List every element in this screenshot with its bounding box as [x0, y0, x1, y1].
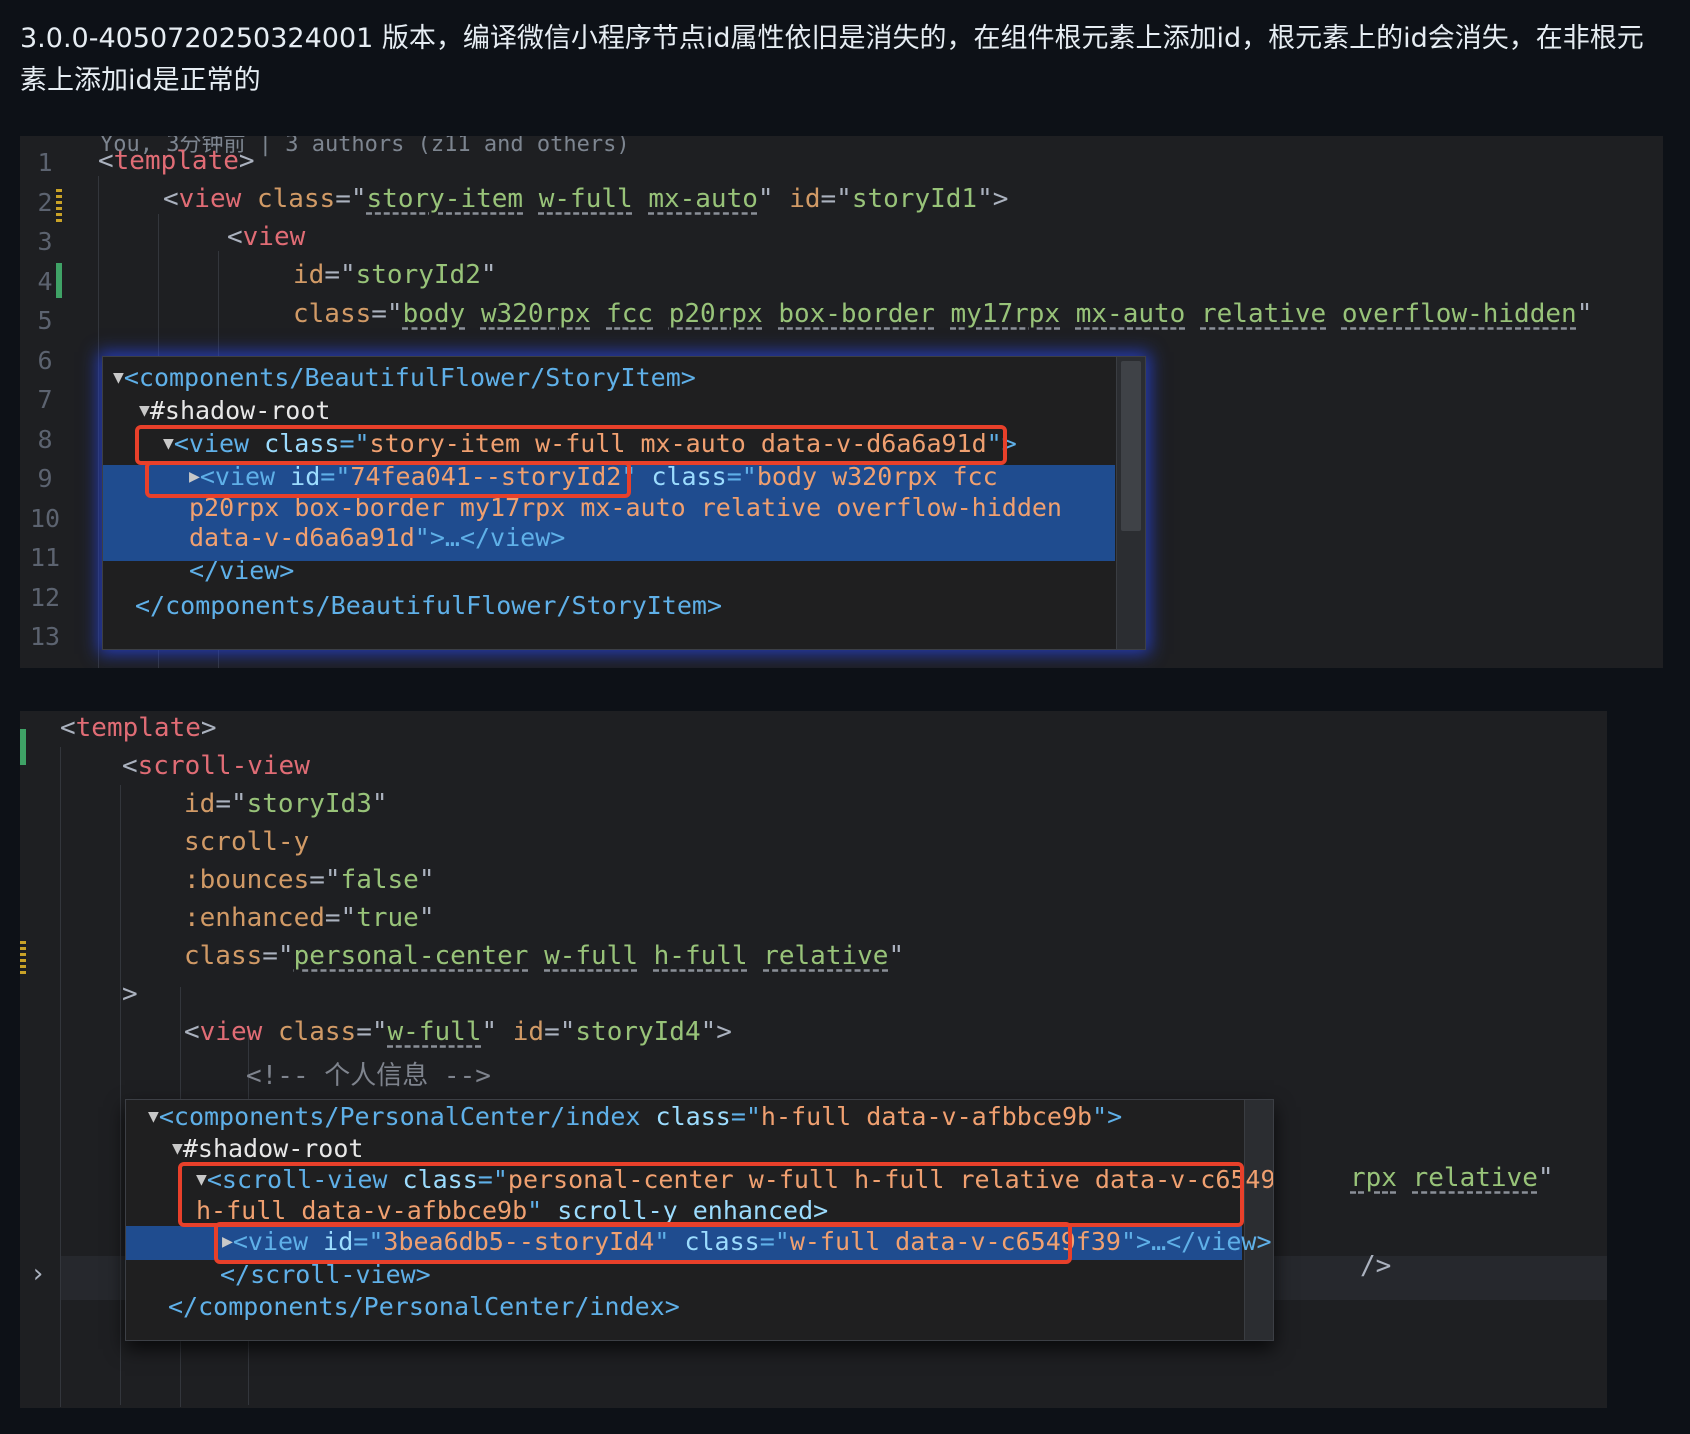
highlight-box-id-attr — [145, 461, 631, 498]
code-line-3[interactable]: <view — [227, 222, 305, 252]
line-number: 13 — [29, 622, 61, 651]
indent-guide — [98, 176, 99, 668]
highlight-box-id-attr — [214, 1222, 1072, 1264]
indent-guide — [60, 747, 61, 1407]
git-added-marker[interactable] — [20, 729, 26, 765]
node-body-view-end: data-v-d6a6a91d">…</view> — [189, 523, 566, 552]
line-number: 5 — [37, 306, 53, 335]
node-scroll-view-close: </scroll-view> — [220, 1260, 431, 1289]
line-number: 9 — [37, 464, 53, 493]
node-view-close: </view> — [189, 556, 295, 585]
expand-triangle-icon[interactable]: ▼ — [172, 1138, 183, 1159]
code-line-view[interactable]: <view class="w-full" id="storyId4"> — [184, 1017, 732, 1047]
line-number: 7 — [37, 385, 53, 414]
code-line-class[interactable]: class="personal-center w-full h-full rel… — [184, 941, 904, 971]
line-number: 2 — [37, 187, 53, 217]
node-root-component[interactable]: ▼<components/BeautifulFlower/StoryItem> — [113, 363, 1145, 392]
code-line-1[interactable]: <template> — [98, 146, 255, 176]
code-line-5[interactable]: class="body w320rpx fcc p20rpx box-borde… — [293, 299, 1592, 329]
code-line-scroll-view[interactable]: <scroll-view — [122, 751, 310, 781]
code-line-comment[interactable]: <!-- 个人信息 --> — [246, 1055, 491, 1092]
expand-triangle-icon[interactable]: ▼ — [113, 367, 124, 388]
code-line-close-bracket[interactable]: > — [122, 979, 138, 1009]
node-root-close: </components/BeautifulFlower/StoryItem> — [135, 591, 722, 620]
git-change-marker[interactable] — [20, 941, 26, 977]
expand-triangle-icon[interactable]: ▼ — [148, 1106, 159, 1127]
element-inspector-popup[interactable]: ▼<components/BeautifulFlower/StoryItem> … — [102, 356, 1146, 650]
line-number: 11 — [29, 543, 61, 572]
issue-description: 3.0.0-4050720250324001 版本，编译微信小程序节点id属性依… — [20, 23, 1644, 96]
indent-guide — [120, 785, 121, 1405]
code-line-scroll-y[interactable]: scroll-y — [184, 827, 309, 857]
code-line-template[interactable]: <template> — [60, 713, 217, 743]
highlight-box-root-scroll-view — [178, 1162, 1244, 1227]
code-editor-story-item[interactable]: You, 3分钟前 | 3 authors (z11 and others) 1… — [20, 136, 1663, 668]
code-line-self-close[interactable]: /> — [1360, 1251, 1391, 1281]
node-shadow-root[interactable]: ▼#shadow-root — [139, 396, 1145, 425]
code-line-id[interactable]: id="storyId3" — [184, 789, 388, 819]
fold-chevron-icon[interactable]: › — [30, 1259, 46, 1289]
code-line-4[interactable]: id="storyId2" — [293, 260, 497, 290]
git-change-marker[interactable] — [56, 189, 62, 225]
line-number: 10 — [29, 503, 61, 533]
expand-triangle-icon[interactable]: ▼ — [139, 400, 150, 421]
code-editor-personal-center[interactable]: <template> <scroll-view id="storyId3" sc… — [20, 711, 1607, 1408]
node-personal-center-component[interactable]: ▼<components/PersonalCenter/index class=… — [148, 1102, 1273, 1131]
git-added-marker[interactable] — [56, 263, 62, 298]
code-line-bounces[interactable]: :bounces="false" — [184, 865, 434, 895]
code-line-2[interactable]: <view class="story-item w-full mx-auto" … — [163, 184, 1008, 214]
line-number: 12 — [29, 582, 61, 612]
code-line-behind-popup[interactable]: rpx relative" — [1350, 1163, 1554, 1193]
node-shadow-root[interactable]: ▼#shadow-root — [172, 1134, 1273, 1163]
line-number: 8 — [37, 424, 53, 454]
code-line-enhanced[interactable]: :enhanced="true" — [184, 903, 434, 933]
line-number: 4 — [37, 266, 53, 296]
node-component-close: </components/PersonalCenter/index> — [168, 1292, 680, 1321]
line-number: 6 — [37, 345, 53, 375]
element-inspector-popup[interactable]: ▼<components/PersonalCenter/index class=… — [125, 1099, 1274, 1341]
line-number: 3 — [37, 227, 53, 256]
line-number: 1 — [37, 148, 53, 177]
highlight-box-root-view — [135, 425, 1007, 465]
